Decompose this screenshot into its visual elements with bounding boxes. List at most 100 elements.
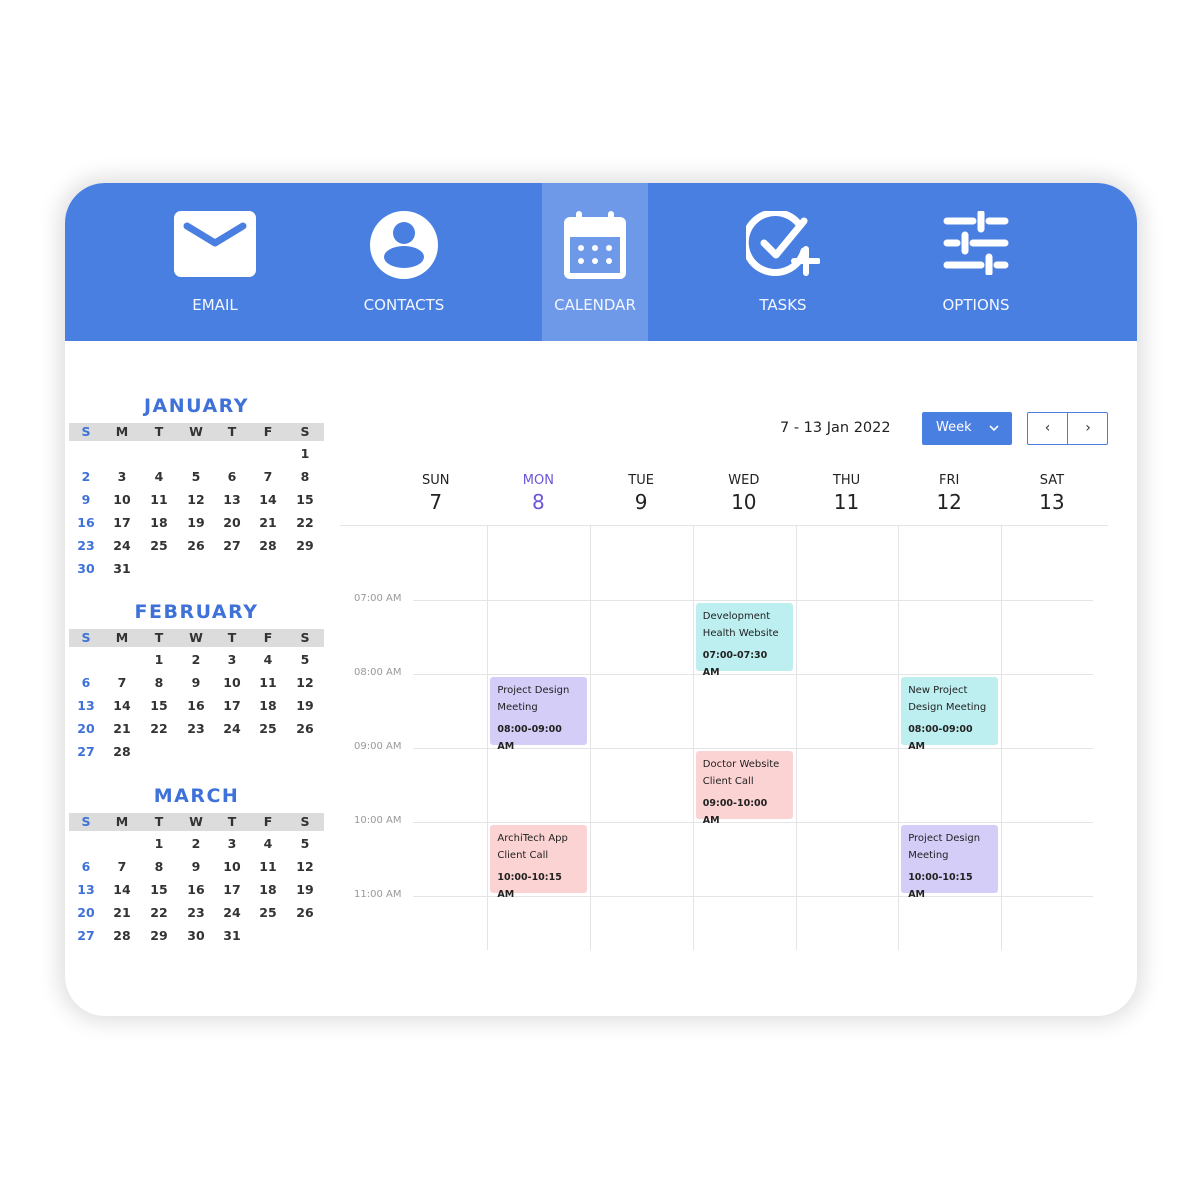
mini-day[interactable]: 1: [144, 652, 174, 667]
event-card[interactable]: Project Design Meeting 10:00-10:15 AM: [901, 825, 999, 900]
mini-day[interactable]: 12: [181, 492, 211, 507]
mini-day[interactable]: 21: [253, 515, 283, 530]
mini-day[interactable]: 23: [181, 905, 211, 920]
mini-day[interactable]: 25: [144, 538, 174, 553]
mini-day[interactable]: 20: [217, 515, 247, 530]
mini-day[interactable]: 2: [71, 469, 101, 484]
mini-day[interactable]: 23: [181, 721, 211, 736]
nav-calendar[interactable]: CALENDAR: [542, 183, 648, 341]
mini-day[interactable]: 16: [181, 882, 211, 897]
mini-day[interactable]: 7: [253, 469, 283, 484]
event-card[interactable]: New Project Design Meeting 08:00-09:00 AM: [901, 677, 999, 752]
mini-day[interactable]: 22: [144, 721, 174, 736]
mini-day[interactable]: 10: [217, 675, 247, 690]
mini-day[interactable]: 19: [290, 698, 320, 713]
mini-day[interactable]: 8: [290, 469, 320, 484]
mini-day[interactable]: 24: [217, 721, 247, 736]
event-card[interactable]: Doctor Website Client Call 09:00-10:00 AM: [695, 751, 793, 826]
mini-day[interactable]: 1: [290, 446, 320, 461]
mini-day[interactable]: 6: [71, 859, 101, 874]
mini-day[interactable]: 11: [144, 492, 174, 507]
mini-day[interactable]: 25: [253, 905, 283, 920]
mini-day[interactable]: 4: [253, 836, 283, 851]
mini-day[interactable]: 11: [253, 675, 283, 690]
next-button[interactable]: ›: [1068, 413, 1108, 444]
mini-day[interactable]: 6: [71, 675, 101, 690]
mini-day[interactable]: 18: [144, 515, 174, 530]
day-header[interactable]: FRI 12: [899, 473, 999, 514]
mini-day[interactable]: 27: [217, 538, 247, 553]
mini-day[interactable]: 15: [144, 882, 174, 897]
mini-day[interactable]: 3: [107, 469, 137, 484]
nav-tasks[interactable]: TASKS: [730, 183, 836, 341]
mini-day[interactable]: 31: [107, 561, 137, 576]
mini-day[interactable]: 13: [71, 882, 101, 897]
mini-day[interactable]: 29: [290, 538, 320, 553]
view-select[interactable]: Week: [922, 412, 1012, 445]
mini-day[interactable]: 1: [144, 836, 174, 851]
mini-day[interactable]: 4: [144, 469, 174, 484]
mini-day[interactable]: 28: [107, 744, 137, 759]
mini-day[interactable]: 29: [144, 928, 174, 943]
mini-day[interactable]: 17: [107, 515, 137, 530]
mini-day[interactable]: 19: [290, 882, 320, 897]
mini-day[interactable]: 15: [290, 492, 320, 507]
mini-day[interactable]: 19: [181, 515, 211, 530]
mini-day[interactable]: 20: [71, 905, 101, 920]
mini-day[interactable]: 2: [181, 652, 211, 667]
mini-day[interactable]: 15: [144, 698, 174, 713]
mini-day[interactable]: 17: [217, 698, 247, 713]
day-header[interactable]: SAT 13: [1002, 473, 1102, 514]
mini-day[interactable]: 18: [253, 698, 283, 713]
mini-day[interactable]: 7: [107, 675, 137, 690]
mini-day[interactable]: 5: [290, 836, 320, 851]
mini-day[interactable]: 2: [181, 836, 211, 851]
mini-day[interactable]: 8: [144, 675, 174, 690]
mini-day[interactable]: 22: [290, 515, 320, 530]
mini-day[interactable]: 22: [144, 905, 174, 920]
mini-day[interactable]: 18: [253, 882, 283, 897]
mini-day[interactable]: 25: [253, 721, 283, 736]
mini-day[interactable]: 9: [181, 859, 211, 874]
mini-day[interactable]: 17: [217, 882, 247, 897]
mini-day[interactable]: 16: [71, 515, 101, 530]
event-card[interactable]: Project Design Meeting 08:00-09:00 AM: [490, 677, 588, 752]
prev-button[interactable]: ‹: [1028, 413, 1068, 444]
mini-day[interactable]: 4: [253, 652, 283, 667]
mini-day[interactable]: 20: [71, 721, 101, 736]
mini-day[interactable]: 26: [290, 905, 320, 920]
mini-day[interactable]: 26: [290, 721, 320, 736]
mini-day[interactable]: 27: [71, 928, 101, 943]
mini-day[interactable]: 10: [107, 492, 137, 507]
mini-day[interactable]: 16: [181, 698, 211, 713]
mini-day[interactable]: 6: [217, 469, 247, 484]
nav-email[interactable]: EMAIL: [162, 183, 268, 341]
mini-day[interactable]: 21: [107, 721, 137, 736]
mini-day[interactable]: 23: [71, 538, 101, 553]
mini-day[interactable]: 28: [107, 928, 137, 943]
mini-day[interactable]: 5: [290, 652, 320, 667]
event-card[interactable]: ArchiTech App Client Call 10:00-10:15 AM: [490, 825, 588, 900]
mini-day[interactable]: 24: [217, 905, 247, 920]
mini-day[interactable]: 9: [71, 492, 101, 507]
mini-day[interactable]: 9: [181, 675, 211, 690]
mini-day[interactable]: 3: [217, 652, 247, 667]
mini-day[interactable]: 24: [107, 538, 137, 553]
mini-day[interactable]: 28: [253, 538, 283, 553]
mini-day[interactable]: 27: [71, 744, 101, 759]
nav-contacts[interactable]: CONTACTS: [351, 183, 457, 341]
nav-options[interactable]: OPTIONS: [923, 183, 1029, 341]
mini-day[interactable]: 8: [144, 859, 174, 874]
day-header[interactable]: TUE 9: [591, 473, 691, 514]
mini-day[interactable]: 13: [71, 698, 101, 713]
mini-day[interactable]: 14: [107, 698, 137, 713]
mini-day[interactable]: 14: [253, 492, 283, 507]
mini-day[interactable]: 10: [217, 859, 247, 874]
mini-day[interactable]: 5: [181, 469, 211, 484]
mini-day[interactable]: 31: [217, 928, 247, 943]
mini-day[interactable]: 7: [107, 859, 137, 874]
mini-day[interactable]: 21: [107, 905, 137, 920]
mini-day[interactable]: 13: [217, 492, 247, 507]
mini-day[interactable]: 12: [290, 675, 320, 690]
mini-day[interactable]: 30: [181, 928, 211, 943]
